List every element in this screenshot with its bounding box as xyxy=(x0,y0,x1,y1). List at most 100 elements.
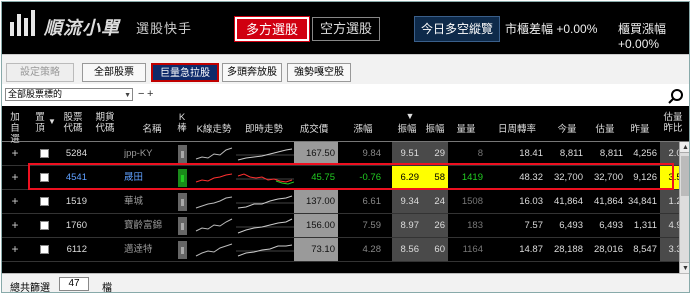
col-est-ratio[interactable]: 估量昨比 xyxy=(662,112,684,134)
pin-checkbox[interactable] xyxy=(40,221,49,230)
pin-checkbox[interactable] xyxy=(40,197,49,206)
pin-checkbox[interactable] xyxy=(40,245,49,254)
futures-code xyxy=(92,238,118,261)
est-volume: 41,864 xyxy=(593,196,623,207)
stock-code: 1519 xyxy=(65,196,87,207)
add-watch-icon[interactable]: + xyxy=(4,190,26,213)
table-row[interactable]: +1519 華城 137.00 6.61 9.34 24 1508 16.03 41,864 41… xyxy=(2,190,689,214)
est-volume: 32,700 xyxy=(593,172,623,183)
strong-short-squeeze-button[interactable]: 強勢嘎空股 xyxy=(287,63,351,82)
add-watch-icon[interactable]: + xyxy=(4,214,26,237)
sort-down-icon: ▼ xyxy=(48,117,56,126)
app-title: 順流小單 xyxy=(44,18,120,38)
volume-surge-button[interactable]: 巨量急拉股 xyxy=(151,63,219,82)
short-mode-button[interactable]: 空方選股 xyxy=(312,17,380,41)
bull-run-button[interactable]: 多頭奔放股 xyxy=(222,63,282,82)
scroll-up-icon[interactable]: ▲ xyxy=(680,142,689,153)
yesterday-volume: 4,256 xyxy=(633,148,657,159)
table-row[interactable]: +1760 寶齡富錦 156.00 7.59 8.97 26 183 7.57 6,493 6,4… xyxy=(2,214,689,238)
app-window: 順流小單 選股快手 多方選股 空方選股 今日多空縱覽 市櫃差幅 +0.00% 櫃… xyxy=(1,1,690,293)
stock-filter-value: 全部股票標的 xyxy=(8,89,63,99)
yesterday-volume: 9,126 xyxy=(633,172,657,183)
set-strategy-button[interactable]: 設定策略 xyxy=(6,63,74,82)
stock-code: 4541 xyxy=(65,172,87,183)
scroll-down-icon[interactable]: ▼ xyxy=(680,262,689,273)
col-stock-code[interactable]: 股票代碼 xyxy=(60,112,86,134)
col-change-pct[interactable]: 振幅 xyxy=(392,124,422,135)
intraday-line xyxy=(237,218,293,234)
today-volume: 28,188 xyxy=(553,244,583,255)
turnover: 16.03 xyxy=(519,196,543,207)
col-today-volume[interactable]: 今量 xyxy=(554,124,580,135)
pin-checkbox[interactable] xyxy=(40,173,49,182)
col-k-trend[interactable]: K線走勢 xyxy=(194,124,234,135)
volume: 1508 xyxy=(461,196,483,207)
table-row[interactable]: +4541 晟田 45.75 -0.76 6.29 58 1419 48.32 32,700 32… xyxy=(2,166,689,190)
filter-total-label: 總共篩選 xyxy=(10,283,50,293)
col-k-bar[interactable]: K棒 xyxy=(176,112,188,134)
volume: 1419 xyxy=(461,172,483,183)
col-change[interactable]: 漲幅 xyxy=(348,124,378,135)
k-trend-sparkline xyxy=(195,218,233,232)
plus-icon[interactable]: + xyxy=(147,88,153,100)
k-trend-line xyxy=(195,243,233,257)
app-logo: 順流小單 選股快手 xyxy=(8,8,208,40)
col-yesterday-volume[interactable]: 昨量 xyxy=(627,124,653,135)
market-overview-button[interactable]: 今日多空縱覽 xyxy=(414,16,500,42)
price: 73.10 xyxy=(294,238,338,261)
k-bar-candle xyxy=(178,217,187,235)
filter-total-unit: 檔 xyxy=(102,283,112,293)
stock-name: 晟田 xyxy=(124,172,144,183)
est-volume: 8,811 xyxy=(599,148,623,159)
search-icon[interactable] xyxy=(666,88,688,104)
futures-code xyxy=(92,190,118,213)
k-trend-line xyxy=(195,147,233,160)
stock-code: 1760 xyxy=(65,220,87,231)
price: 45.75 xyxy=(294,166,338,189)
listed-stat: 市櫃差幅 +0.00% xyxy=(505,22,598,36)
yesterday-volume: 8,547 xyxy=(633,244,657,255)
stock-name: 寶齡富錦 xyxy=(124,220,163,231)
today-volume: 41,864 xyxy=(553,196,583,207)
add-watch-icon[interactable]: + xyxy=(4,142,26,165)
col-name[interactable]: 名稱 xyxy=(132,124,172,135)
today-volume: 32,700 xyxy=(553,172,583,183)
add-watch-icon[interactable]: + xyxy=(4,166,26,189)
col-est-volume[interactable]: 估量 xyxy=(592,124,618,135)
yesterday-volume: 1,311 xyxy=(633,220,657,231)
col-sort-watch[interactable]: 置頂 xyxy=(32,112,48,134)
k-trend-sparkline xyxy=(195,173,233,183)
turnover: 14.87 xyxy=(519,244,543,255)
futures-code xyxy=(92,166,118,189)
stock-name: jpp-KY xyxy=(124,148,153,159)
col-volume[interactable]: 量量 xyxy=(453,124,479,135)
k-bar-candle xyxy=(178,193,187,211)
col-turnover[interactable]: 日周轉率 xyxy=(492,124,542,135)
k-trend-sparkline xyxy=(195,147,233,160)
col-price[interactable]: 成交價 xyxy=(294,124,334,135)
col-intraday[interactable]: 即時走勢 xyxy=(240,124,288,135)
vertical-scrollbar[interactable]: ▲ ▼ xyxy=(679,142,689,273)
turnover: 48.32 xyxy=(519,172,543,183)
add-watch-icon[interactable]: + xyxy=(4,238,26,261)
minus-icon[interactable]: − xyxy=(138,88,144,100)
footer-bar: 總共篩選 47 檔 xyxy=(2,273,689,293)
intraday-sparkline xyxy=(236,195,294,209)
table-row[interactable]: +5284 jpp-KY 167.50 9.84 9.51 29 8 18.41 8,811 8,… xyxy=(2,142,689,166)
stock-code: 6112 xyxy=(66,244,87,255)
pin-checkbox[interactable] xyxy=(40,149,49,158)
col-add-watch[interactable]: 加自選 xyxy=(6,112,24,145)
table-row[interactable]: +6112 邁達特 73.10 4.28 8.56 60 1164 14.87 28,188 28… xyxy=(2,238,689,262)
yesterday-volume: 34,841 xyxy=(627,196,657,207)
all-stocks-button[interactable]: 全部股票 xyxy=(82,63,146,82)
scrollbar-thumb[interactable] xyxy=(681,156,689,196)
k-trend-sparkline xyxy=(195,243,233,257)
otc-stat: 櫃買漲幅 +0.00% xyxy=(618,22,667,51)
change-pct: 8.56 xyxy=(392,238,422,261)
col-futures-code[interactable]: 期貨代碼 xyxy=(92,112,118,134)
est-volume: 28,016 xyxy=(593,244,623,255)
long-mode-button[interactable]: 多方選股 xyxy=(234,16,310,42)
col-amplitude[interactable]: 振幅 xyxy=(422,124,448,135)
strategy-toolbar: 設定策略 全部股票 巨量急拉股 多頭奔放股 強勢嘎空股 xyxy=(2,54,689,84)
stock-filter-select[interactable]: 全部股票標的 ▼ xyxy=(5,88,133,101)
